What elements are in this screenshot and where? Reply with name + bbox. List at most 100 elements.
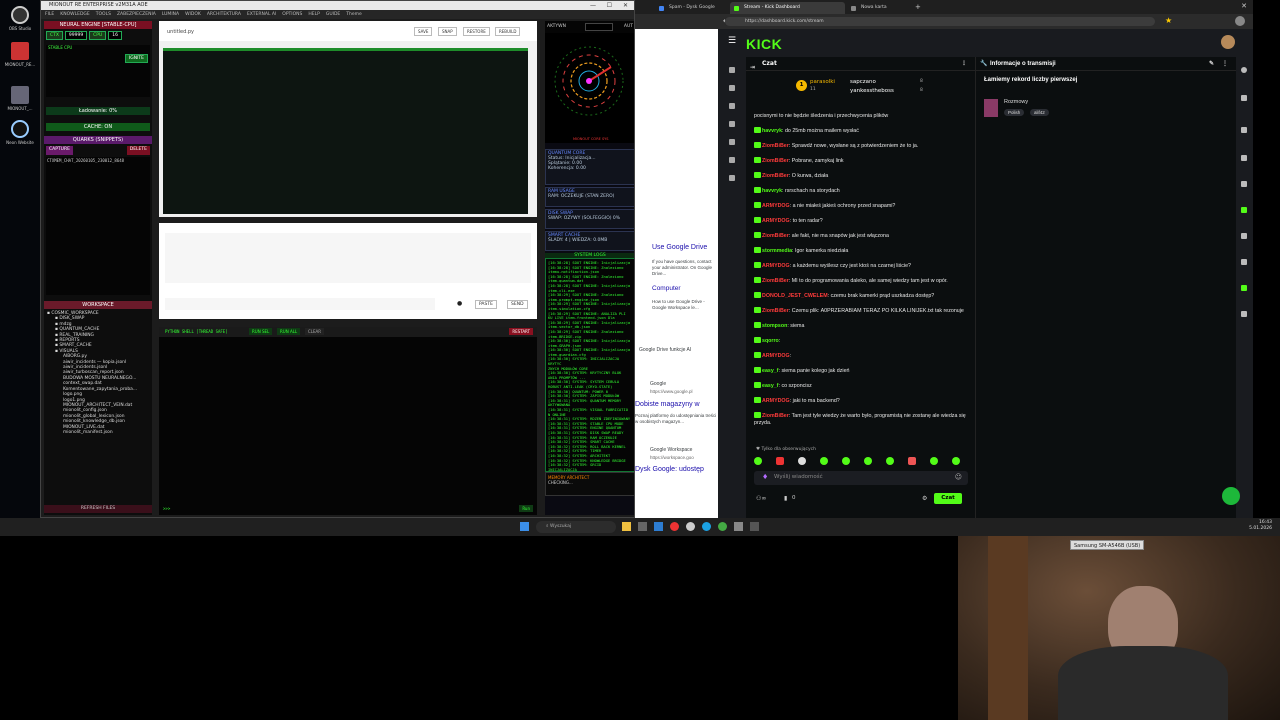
search-result-title[interactable]: Computer [652, 285, 681, 292]
send-chat-button[interactable]: Czat [934, 493, 962, 504]
sidebar-tool-icon[interactable] [1241, 155, 1247, 161]
info-icon[interactable] [1241, 67, 1247, 73]
settings-icon[interactable] [729, 175, 735, 181]
emoji-icon[interactable]: ☺ [955, 473, 962, 481]
chat-username[interactable]: ZiomBiBer [762, 308, 789, 314]
chat-username[interactable]: ARMYDOG [762, 218, 790, 224]
delete-button[interactable]: DELETE [126, 146, 150, 155]
close-icon[interactable]: ✕ [623, 1, 628, 10]
prompt-textarea[interactable] [165, 233, 531, 283]
clear-button[interactable]: CLEAR [305, 328, 325, 335]
rebuild-button[interactable]: REBUILD [495, 27, 521, 36]
snap-button[interactable]: SNAP [438, 27, 457, 36]
send-button[interactable]: SEND [507, 300, 528, 309]
run-selection-button[interactable]: RUN SEL [249, 328, 273, 335]
leaderboard-user[interactable]: yankesstheboss [850, 88, 894, 94]
menu-zabezpieczenia[interactable]: ZABEZPIECZENIA [117, 12, 156, 17]
leaderboard-user[interactable]: sapczano [850, 79, 876, 85]
menu-options[interactable]: OPTIONS [282, 12, 302, 17]
sidebar-tool-icon[interactable] [1241, 259, 1247, 265]
chat-username[interactable]: ZiomBiBer [762, 233, 789, 239]
user-avatar[interactable] [1221, 35, 1235, 49]
taskbar-app-icon[interactable] [734, 522, 743, 531]
mic-icon[interactable]: ● [457, 300, 462, 307]
chat-username[interactable]: ZiomBiBer [762, 413, 789, 419]
maximize-icon[interactable]: ☐ [607, 1, 612, 10]
menu-help[interactable]: HELP [308, 12, 319, 17]
emote-icon[interactable] [952, 457, 960, 465]
chat-username[interactable]: ARMYDOG [762, 263, 790, 269]
profile-avatar[interactable] [1235, 16, 1245, 26]
emote-icon[interactable] [930, 457, 938, 465]
taskbar-app-icon[interactable] [638, 522, 647, 531]
wrench-icon[interactable] [1241, 285, 1247, 291]
emote-icon[interactable] [820, 457, 828, 465]
snippet-item[interactable]: CTXMEM_CHAT_20260105_230012_8648 [47, 158, 149, 163]
sidebar-icon[interactable] [729, 67, 735, 73]
chat-username[interactable]: ZiomBiBer [762, 143, 789, 149]
mode-select[interactable] [585, 23, 613, 31]
stream-tag[interactable]: alif42 [1030, 109, 1049, 116]
chat-username[interactable]: ZiomBiBer [762, 278, 789, 284]
chat-username[interactable]: easy_f [762, 383, 779, 389]
sidebar-tool-icon[interactable] [1241, 95, 1247, 101]
chat-username[interactable]: ZiomBiBer [762, 158, 789, 164]
ignite-button[interactable]: IGNITE [124, 54, 148, 63]
hamburger-menu-icon[interactable]: ☰ [728, 36, 736, 46]
search-result-title[interactable]: Dobiste magazyny w [635, 401, 700, 408]
restore-button[interactable]: RESTORE [463, 27, 490, 36]
taskbar-app-icon[interactable] [654, 522, 663, 531]
tab-new[interactable]: Nowa karta [847, 2, 909, 14]
sidebar-tool-icon[interactable] [1241, 233, 1247, 239]
code-editor-area[interactable] [163, 48, 528, 214]
mionout-desktop-icon[interactable]: MIONOUT_RE... [4, 42, 36, 67]
url-field[interactable]: https://dashboard.kick.com/stream [725, 17, 1155, 26]
search-result-title[interactable]: Use Google Drive [652, 244, 707, 251]
menu-tools[interactable]: TOOLS [96, 12, 111, 17]
chat-username[interactable]: ZiomBiBer [762, 173, 789, 179]
taskbar-app-icon[interactable] [702, 522, 711, 531]
taskbar-app-icon[interactable] [750, 522, 759, 531]
chat-input[interactable]: Wyślij wiadomość ♦ ☺ [754, 471, 968, 485]
chat-username[interactable]: ARMYDOG [762, 353, 790, 359]
search-related-item[interactable]: Google Drive funkcje AI [639, 347, 691, 353]
close-window-icon[interactable]: ✕ [1241, 2, 1247, 10]
new-tab-icon[interactable]: + [915, 3, 921, 11]
chat-username[interactable]: sqorro [762, 338, 779, 344]
menu-architektura[interactable]: ARCHITEKTURA [207, 12, 241, 17]
sidebar-tool-icon[interactable] [1241, 311, 1247, 317]
cpu-input[interactable]: 16 [108, 31, 122, 40]
menu-knowledge[interactable]: KNOWLEDGE [60, 12, 89, 17]
emote-icon[interactable] [864, 457, 872, 465]
start-menu-icon[interactable] [520, 522, 529, 531]
chat-icon[interactable] [1241, 207, 1247, 213]
menu-theme[interactable]: Theme [346, 12, 362, 17]
sidebar-icon[interactable] [729, 139, 735, 145]
help-fab-icon[interactable] [1222, 487, 1240, 505]
taskbar-app-icon[interactable] [670, 522, 679, 531]
taskbar-search[interactable]: ⌕ Wyszukaj [536, 521, 616, 533]
bookmark-star-icon[interactable]: ★ [1165, 16, 1172, 25]
sidebar-icon[interactable] [729, 121, 735, 127]
obs-desktop-icon[interactable]: OBS Studio [4, 6, 36, 31]
prompt-input[interactable] [165, 298, 435, 310]
users-icon[interactable]: ⚇∞ [756, 495, 766, 502]
tab-google-drive[interactable]: Spam - Dysk Google [655, 2, 740, 14]
cache-toggle[interactable]: CACHE: ON [46, 123, 150, 131]
sidebar-icon[interactable] [729, 85, 735, 91]
capture-button[interactable]: CAPTURE [46, 146, 73, 155]
run-all-button[interactable]: RUN ALL [277, 328, 301, 335]
info-menu-icon[interactable]: ⋮ [1222, 57, 1228, 71]
neon-desktop-icon[interactable]: Neon Website [4, 120, 36, 145]
emote-icon[interactable] [776, 457, 784, 465]
taskbar-clock[interactable]: 16:43 5.01.2026 [1249, 520, 1272, 532]
chat-username[interactable]: DONOLD_JEST_CWELEM [762, 293, 828, 299]
menu-guide[interactable]: GUIDE [326, 12, 340, 17]
emote-icon[interactable] [798, 457, 806, 465]
paste-button[interactable]: PASTE [475, 300, 497, 309]
mionout2-desktop-icon[interactable]: MIONOUT_... [4, 86, 36, 111]
refresh-files-button[interactable]: REFRESH FILES [44, 505, 152, 513]
emote-icon[interactable] [886, 457, 894, 465]
chat-username[interactable]: havvryk [762, 188, 782, 194]
menu-external-ai[interactable]: EXTERNAL AI [247, 12, 276, 17]
